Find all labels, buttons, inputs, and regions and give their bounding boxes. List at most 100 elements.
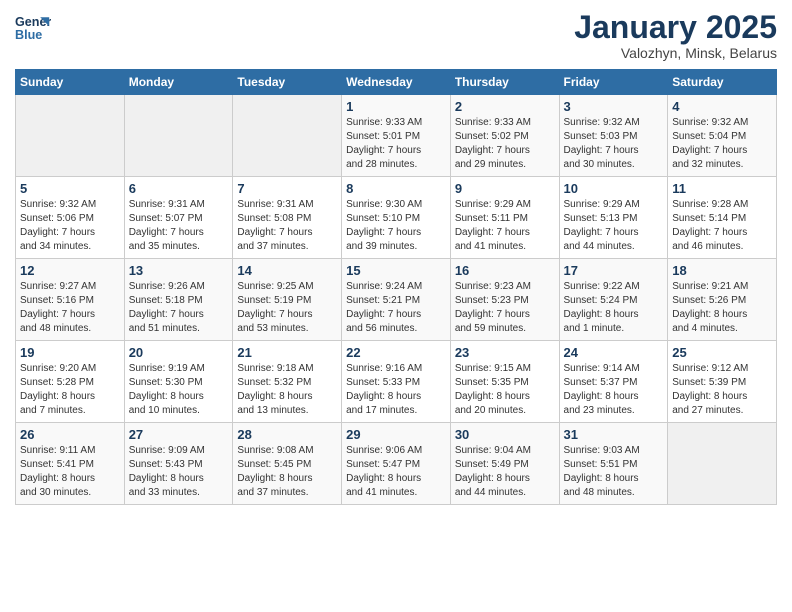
table-row bbox=[233, 95, 342, 177]
day-info: Sunrise: 9:08 AMSunset: 5:45 PMDaylight:… bbox=[237, 444, 337, 500]
table-row: 10 Sunrise: 9:29 AMSunset: 5:13 PMDayligh… bbox=[559, 177, 668, 259]
day-number: 21 bbox=[237, 345, 337, 360]
day-number: 3 bbox=[564, 99, 664, 114]
table-row bbox=[124, 95, 233, 177]
day-info: Sunrise: 9:22 AMSunset: 5:24 PMDaylight:… bbox=[564, 280, 664, 336]
table-row: 18 Sunrise: 9:21 AMSunset: 5:26 PMDayligh… bbox=[668, 259, 777, 341]
day-info: Sunrise: 9:23 AMSunset: 5:23 PMDaylight:… bbox=[455, 280, 555, 336]
calendar-week-row: 19Sunrise: 9:20 AMSunset: 5:28 PMDayligh… bbox=[16, 341, 777, 423]
day-number: 14 bbox=[237, 263, 337, 278]
day-info: Sunrise: 9:18 AMSunset: 5:32 PMDaylight:… bbox=[237, 362, 337, 418]
table-row: 27 Sunrise: 9:09 AMSunset: 5:43 PMDayligh… bbox=[124, 423, 233, 505]
day-info: Sunrise: 9:04 AMSunset: 5:49 PMDaylight:… bbox=[455, 444, 555, 500]
table-row: 26 Sunrise: 9:11 AMSunset: 5:41 PMDayligh… bbox=[16, 423, 125, 505]
calendar-week-row: 12 Sunrise: 9:27 AMSunset: 5:16 PMDayligh… bbox=[16, 259, 777, 341]
table-row: 5Sunrise: 9:32 AMSunset: 5:06 PMDaylight… bbox=[16, 177, 125, 259]
calendar-week-row: 5Sunrise: 9:32 AMSunset: 5:06 PMDaylight… bbox=[16, 177, 777, 259]
day-info: Sunrise: 9:32 AMSunset: 5:03 PMDaylight:… bbox=[564, 116, 664, 172]
day-number: 29 bbox=[346, 427, 446, 442]
day-info: Sunrise: 9:09 AMSunset: 5:43 PMDaylight:… bbox=[129, 444, 229, 500]
day-info: Sunrise: 9:30 AMSunset: 5:10 PMDaylight:… bbox=[346, 198, 446, 254]
calendar-table: Sunday Monday Tuesday Wednesday Thursday… bbox=[15, 69, 777, 505]
calendar-title: January 2025 bbox=[574, 10, 777, 45]
table-row: 25Sunrise: 9:12 AMSunset: 5:39 PMDayligh… bbox=[668, 341, 777, 423]
table-row: 17Sunrise: 9:22 AMSunset: 5:24 PMDayligh… bbox=[559, 259, 668, 341]
header-tuesday: Tuesday bbox=[233, 70, 342, 95]
day-info: Sunrise: 9:27 AMSunset: 5:16 PMDaylight:… bbox=[20, 280, 120, 336]
calendar-page: General Blue January 2025 Valozhyn, Mins… bbox=[0, 0, 792, 612]
day-info: Sunrise: 9:24 AMSunset: 5:21 PMDaylight:… bbox=[346, 280, 446, 336]
day-number: 20 bbox=[129, 345, 229, 360]
header-thursday: Thursday bbox=[450, 70, 559, 95]
day-number: 22 bbox=[346, 345, 446, 360]
title-section: January 2025 Valozhyn, Minsk, Belarus bbox=[574, 10, 777, 61]
day-number: 24 bbox=[564, 345, 664, 360]
day-info: Sunrise: 9:32 AMSunset: 5:04 PMDaylight:… bbox=[672, 116, 772, 172]
day-number: 30 bbox=[455, 427, 555, 442]
header-sunday: Sunday bbox=[16, 70, 125, 95]
day-info: Sunrise: 9:29 AMSunset: 5:11 PMDaylight:… bbox=[455, 198, 555, 254]
day-number: 10 bbox=[564, 181, 664, 196]
day-number: 28 bbox=[237, 427, 337, 442]
day-info: Sunrise: 9:33 AMSunset: 5:01 PMDaylight:… bbox=[346, 116, 446, 172]
table-row: 23 Sunrise: 9:15 AMSunset: 5:35 PMDayligh… bbox=[450, 341, 559, 423]
day-number: 27 bbox=[129, 427, 229, 442]
calendar-week-row: 26 Sunrise: 9:11 AMSunset: 5:41 PMDayligh… bbox=[16, 423, 777, 505]
table-row: 16 Sunrise: 9:23 AMSunset: 5:23 PMDayligh… bbox=[450, 259, 559, 341]
day-number: 19 bbox=[20, 345, 120, 360]
table-row: 20 Sunrise: 9:19 AMSunset: 5:30 PMDayligh… bbox=[124, 341, 233, 423]
table-row: 8 Sunrise: 9:30 AMSunset: 5:10 PMDaylight… bbox=[342, 177, 451, 259]
day-info: Sunrise: 9:31 AMSunset: 5:07 PMDaylight:… bbox=[129, 198, 229, 254]
logo: General Blue bbox=[15, 10, 51, 46]
table-row bbox=[16, 95, 125, 177]
table-row: 29 Sunrise: 9:06 AMSunset: 5:47 PMDayligh… bbox=[342, 423, 451, 505]
day-info: Sunrise: 9:16 AMSunset: 5:33 PMDaylight:… bbox=[346, 362, 446, 418]
table-row: 9 Sunrise: 9:29 AMSunset: 5:11 PMDaylight… bbox=[450, 177, 559, 259]
day-info: Sunrise: 9:14 AMSunset: 5:37 PMDaylight:… bbox=[564, 362, 664, 418]
day-info: Sunrise: 9:06 AMSunset: 5:47 PMDaylight:… bbox=[346, 444, 446, 500]
day-info: Sunrise: 9:03 AMSunset: 5:51 PMDaylight:… bbox=[564, 444, 664, 500]
day-info: Sunrise: 9:19 AMSunset: 5:30 PMDaylight:… bbox=[129, 362, 229, 418]
day-number: 11 bbox=[672, 181, 772, 196]
day-number: 18 bbox=[672, 263, 772, 278]
day-info: Sunrise: 9:26 AMSunset: 5:18 PMDaylight:… bbox=[129, 280, 229, 336]
day-number: 25 bbox=[672, 345, 772, 360]
day-number: 26 bbox=[20, 427, 120, 442]
table-row: 22 Sunrise: 9:16 AMSunset: 5:33 PMDayligh… bbox=[342, 341, 451, 423]
day-number: 16 bbox=[455, 263, 555, 278]
weekday-header-row: Sunday Monday Tuesday Wednesday Thursday… bbox=[16, 70, 777, 95]
day-info: Sunrise: 9:11 AMSunset: 5:41 PMDaylight:… bbox=[20, 444, 120, 500]
day-number: 1 bbox=[346, 99, 446, 114]
table-row: 12 Sunrise: 9:27 AMSunset: 5:16 PMDayligh… bbox=[16, 259, 125, 341]
day-info: Sunrise: 9:28 AMSunset: 5:14 PMDaylight:… bbox=[672, 198, 772, 254]
logo-icon: General Blue bbox=[15, 10, 51, 46]
svg-text:Blue: Blue bbox=[15, 28, 42, 42]
header-wednesday: Wednesday bbox=[342, 70, 451, 95]
table-row: 7 Sunrise: 9:31 AMSunset: 5:08 PMDaylight… bbox=[233, 177, 342, 259]
day-number: 5 bbox=[20, 181, 120, 196]
table-row bbox=[668, 423, 777, 505]
day-number: 12 bbox=[20, 263, 120, 278]
table-row: 24 Sunrise: 9:14 AMSunset: 5:37 PMDayligh… bbox=[559, 341, 668, 423]
day-number: 8 bbox=[346, 181, 446, 196]
day-info: Sunrise: 9:21 AMSunset: 5:26 PMDaylight:… bbox=[672, 280, 772, 336]
table-row: 13 Sunrise: 9:26 AMSunset: 5:18 PMDayligh… bbox=[124, 259, 233, 341]
day-number: 23 bbox=[455, 345, 555, 360]
day-number: 7 bbox=[237, 181, 337, 196]
table-row: 4Sunrise: 9:32 AMSunset: 5:04 PMDaylight… bbox=[668, 95, 777, 177]
day-number: 9 bbox=[455, 181, 555, 196]
table-row: 19Sunrise: 9:20 AMSunset: 5:28 PMDayligh… bbox=[16, 341, 125, 423]
table-row: 2Sunrise: 9:33 AMSunset: 5:02 PMDaylight… bbox=[450, 95, 559, 177]
calendar-week-row: 1 Sunrise: 9:33 AMSunset: 5:01 PMDaylight… bbox=[16, 95, 777, 177]
day-number: 2 bbox=[455, 99, 555, 114]
day-number: 13 bbox=[129, 263, 229, 278]
day-info: Sunrise: 9:31 AMSunset: 5:08 PMDaylight:… bbox=[237, 198, 337, 254]
table-row: 14 Sunrise: 9:25 AMSunset: 5:19 PMDayligh… bbox=[233, 259, 342, 341]
table-row: 1 Sunrise: 9:33 AMSunset: 5:01 PMDaylight… bbox=[342, 95, 451, 177]
header-monday: Monday bbox=[124, 70, 233, 95]
day-info: Sunrise: 9:29 AMSunset: 5:13 PMDaylight:… bbox=[564, 198, 664, 254]
day-info: Sunrise: 9:25 AMSunset: 5:19 PMDaylight:… bbox=[237, 280, 337, 336]
day-info: Sunrise: 9:15 AMSunset: 5:35 PMDaylight:… bbox=[455, 362, 555, 418]
table-row: 21 Sunrise: 9:18 AMSunset: 5:32 PMDayligh… bbox=[233, 341, 342, 423]
table-row: 11 Sunrise: 9:28 AMSunset: 5:14 PMDayligh… bbox=[668, 177, 777, 259]
